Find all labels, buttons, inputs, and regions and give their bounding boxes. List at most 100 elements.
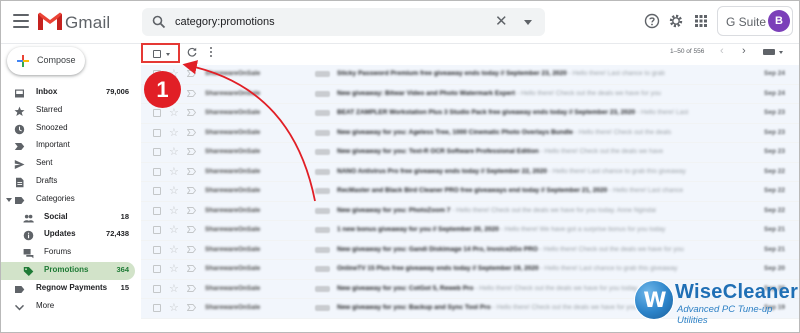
compose-button[interactable]: Compose <box>7 47 85 75</box>
star-icon[interactable]: ☆ <box>169 203 179 219</box>
row-checkbox[interactable] <box>153 148 161 156</box>
search-input[interactable]: category:promotions <box>175 16 275 28</box>
sidebar-item-updates[interactable]: Updates 72,438 <box>1 226 135 244</box>
sidebar-item-categories[interactable]: Categories <box>1 191 135 209</box>
sidebar-item-important[interactable]: Important <box>1 137 135 155</box>
clock-icon <box>14 124 25 135</box>
settings-gear-icon[interactable] <box>668 13 684 29</box>
input-tools-dropdown-icon[interactable] <box>779 51 783 54</box>
star-icon[interactable]: ☆ <box>169 300 179 316</box>
email-row[interactable]: ☆ SharewareOnSale New giveaway for you: Ag… <box>141 123 799 143</box>
gmail-logo-icon[interactable] <box>37 11 63 31</box>
email-subject: RecMaster and Black Bird Cleaner PRO fre… <box>337 187 608 194</box>
step-number-badge: 1 <box>144 71 181 108</box>
avatar[interactable]: B <box>768 10 790 32</box>
prev-page-icon[interactable]: ‹ <box>720 45 724 57</box>
importance-marker-icon[interactable] <box>187 245 196 253</box>
search-bar[interactable]: category:promotions ✕ <box>142 8 545 36</box>
more-actions-icon[interactable] <box>209 47 213 57</box>
email-row[interactable]: ☆ SharewareOnSale 1 new bonus giveaway for… <box>141 221 799 241</box>
search-icon[interactable] <box>152 15 166 29</box>
watermark-logo-letter: W <box>643 288 667 312</box>
importance-marker-icon[interactable] <box>187 304 196 311</box>
importance-marker-icon[interactable] <box>187 265 196 272</box>
draft-icon <box>14 177 25 188</box>
importance-marker-icon[interactable] <box>187 70 196 77</box>
email-row[interactable]: ☆ SharewareOnSale New giveaway for you: Ph… <box>141 201 799 221</box>
account-switcher[interactable]: G Suite B <box>717 6 793 36</box>
importance-marker-icon[interactable] <box>187 109 196 116</box>
importance-marker-icon[interactable] <box>187 226 196 233</box>
importance-marker-icon[interactable] <box>187 148 196 155</box>
star-icon[interactable]: ☆ <box>169 222 179 238</box>
search-options-icon[interactable] <box>524 20 532 25</box>
sidebar-item-sent[interactable]: Sent <box>1 155 135 173</box>
sidebar-item-more[interactable]: More <box>1 298 135 316</box>
importance-marker-icon[interactable] <box>187 187 196 194</box>
email-row[interactable]: ☆ SharewareOnSale NANO Antivirus Pro free … <box>141 162 799 182</box>
sidebar-item-promotions[interactable]: Promotions 364 <box>1 261 135 280</box>
sidebar-item-inbox[interactable]: Inbox 79,006 <box>1 84 135 102</box>
star-icon[interactable]: ☆ <box>169 105 179 121</box>
next-page-icon[interactable]: › <box>742 45 746 57</box>
importance-marker-icon[interactable] <box>187 284 196 292</box>
email-row[interactable]: ☆ SharewareOnSale New giveaway for you: Te… <box>141 143 799 163</box>
sidebar-item-regnow-payments[interactable]: Regnow Payments 15 <box>1 280 135 298</box>
email-row[interactable]: ☆SharewareOnSaleNew giveaway: Bitwar Vid… <box>141 84 799 104</box>
star-icon[interactable]: ☆ <box>169 281 179 297</box>
categories-collapse-icon[interactable] <box>6 197 12 202</box>
main-menu-icon[interactable] <box>13 14 29 28</box>
row-checkbox[interactable] <box>153 304 161 312</box>
row-checkbox[interactable] <box>153 167 161 176</box>
importance-marker-icon[interactable] <box>187 206 196 214</box>
row-checkbox[interactable] <box>153 226 161 234</box>
email-snippet: - Hello there! Last chance to grab <box>566 70 665 77</box>
email-label-chip <box>315 129 330 136</box>
help-icon[interactable] <box>644 13 660 29</box>
email-subject-line: Sticky Password Premium free giveaway en… <box>337 70 737 77</box>
checkbox-icon[interactable] <box>153 50 161 58</box>
importance-marker-icon[interactable] <box>187 167 196 175</box>
email-subject-line: New giveaway for you: PhotoZoom 7 - Hell… <box>337 207 737 214</box>
clear-search-icon[interactable]: ✕ <box>495 13 508 31</box>
email-row[interactable]: ☆ SharewareOnSale BEAT ZAMPLER Workstation… <box>141 104 799 124</box>
star-icon[interactable]: ☆ <box>169 242 179 258</box>
sidebar-item-social[interactable]: Social 18 <box>1 209 135 227</box>
importance-marker-icon[interactable] <box>187 128 196 136</box>
email-subject: 1 new bonus giveaway for you // Septembe… <box>337 226 499 233</box>
star-icon[interactable]: ☆ <box>169 144 179 160</box>
input-tools-icon[interactable] <box>763 49 775 55</box>
row-checkbox[interactable] <box>153 109 161 117</box>
star-icon[interactable]: ☆ <box>169 164 179 180</box>
email-label-chip <box>315 149 330 155</box>
row-checkbox[interactable] <box>153 128 161 137</box>
email-date: Sep 21 <box>764 245 785 253</box>
email-subject: OnlineTV 15 Plus free giveaway ends toda… <box>337 265 539 272</box>
email-row[interactable]: ☆SharewareOnSaleSticky Password Premium … <box>141 65 799 85</box>
row-checkbox[interactable] <box>153 187 161 195</box>
star-icon[interactable]: ☆ <box>169 125 179 141</box>
email-snippet: - Hello there! Check out the deals we ha… <box>515 89 662 97</box>
row-checkbox[interactable] <box>153 245 161 254</box>
star-icon[interactable]: ☆ <box>169 183 179 199</box>
apps-grid-icon[interactable] <box>693 13 709 29</box>
refresh-icon[interactable] <box>187 47 197 57</box>
sidebar-item-starred[interactable]: Starred <box>1 102 135 120</box>
row-checkbox[interactable] <box>153 265 161 273</box>
select-dropdown-icon[interactable] <box>166 53 170 56</box>
sidebar-item-drafts[interactable]: Drafts <box>1 173 135 191</box>
row-checkbox[interactable] <box>153 284 161 293</box>
email-label-chip <box>315 227 330 233</box>
sidebar-item-snoozed[interactable]: Snoozed <box>1 120 135 138</box>
star-icon[interactable]: ☆ <box>169 261 179 277</box>
sidebar-item-forums[interactable]: Forums <box>1 244 135 262</box>
email-sender: SharewareOnSale <box>205 187 261 194</box>
importance-marker-icon[interactable] <box>187 89 196 97</box>
row-checkbox[interactable] <box>153 206 161 215</box>
compose-label: Compose <box>37 55 76 65</box>
email-row[interactable]: ☆ SharewareOnSale New giveaway for you: Ga… <box>141 240 799 260</box>
sidebar-item-label: Starred <box>36 104 63 114</box>
email-row[interactable]: ☆ SharewareOnSale RecMaster and Black Bird… <box>141 182 799 202</box>
email-subject: New giveaway for you: Ageless Tree, 1000… <box>337 128 574 136</box>
select-all-checkbox[interactable] <box>141 43 180 63</box>
